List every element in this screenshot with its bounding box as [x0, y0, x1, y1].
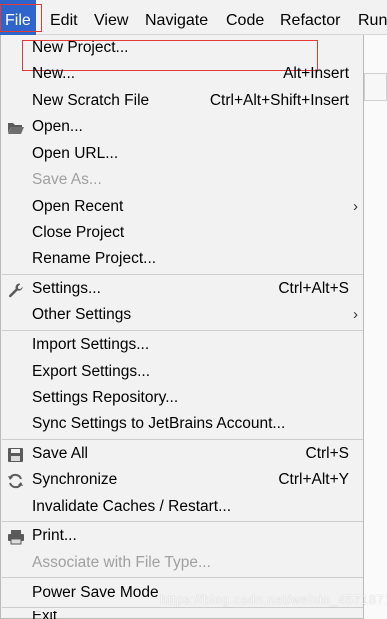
menu-item-associate-file-type: Associate with File Type... — [0, 550, 363, 576]
menu-item-label: Save As... — [32, 171, 102, 188]
menu-item-settings-repository[interactable]: Settings Repository... — [0, 385, 363, 411]
watermark-text: https://blog.csdn.net/weixin_45718715 — [160, 592, 387, 607]
menu-item-label: Exit — [32, 611, 57, 619]
chevron-right-icon: › — [353, 198, 358, 215]
menu-item-new[interactable]: New... Alt+Insert — [0, 61, 363, 87]
menu-item-label: New Project... — [32, 39, 129, 56]
menu-item-sync-settings-jetbrains[interactable]: Sync Settings to JetBrains Account... — [0, 411, 363, 437]
menu-item-open[interactable]: Open... — [0, 114, 363, 140]
shortcut-label: Ctrl+Alt+Shift+Insert — [209, 92, 349, 109]
menu-item-label: Import Settings... — [32, 336, 150, 353]
menu-item-import-settings[interactable]: Import Settings... — [0, 332, 363, 358]
menu-item-other-settings[interactable]: Other Settings › — [0, 302, 363, 328]
shortcut-label: Ctrl+Alt+Y — [278, 471, 349, 488]
menu-separator — [2, 521, 363, 522]
menu-edit[interactable]: Edit — [50, 0, 78, 35]
shortcut-label: Alt+Insert — [283, 65, 349, 82]
menu-item-label: Print... — [32, 527, 77, 544]
menu-bar: File Edit View Navigate Code Refactor Ru… — [0, 0, 387, 35]
shortcut-label: Ctrl+Alt+S — [278, 280, 349, 297]
menu-item-label: Settings Repository... — [32, 389, 179, 406]
menu-file[interactable]: File — [0, 0, 36, 35]
menu-item-new-scratch-file[interactable]: New Scratch File Ctrl+Alt+Shift+Insert — [0, 88, 363, 114]
menu-item-label: Open URL... — [32, 145, 119, 162]
menu-item-exit[interactable]: Exit — [32, 611, 57, 619]
wrench-icon — [7, 281, 25, 298]
editor-area — [364, 35, 387, 619]
menu-item-label: Synchronize — [32, 471, 118, 488]
editor-tab[interactable] — [364, 73, 387, 101]
menu-view[interactable]: View — [94, 0, 128, 35]
menu-item-label: Sync Settings to JetBrains Account... — [32, 415, 286, 432]
menu-item-settings[interactable]: Settings... Ctrl+Alt+S — [0, 276, 363, 302]
menu-item-label: Export Settings... — [32, 363, 151, 380]
menu-item-invalidate-caches[interactable]: Invalidate Caches / Restart... — [0, 494, 363, 520]
menu-item-label: New... — [32, 65, 76, 82]
menu-item-export-settings[interactable]: Export Settings... — [0, 359, 363, 385]
menu-separator — [2, 439, 363, 440]
menu-item-label: Rename Project... — [32, 250, 157, 267]
menu-item-open-url[interactable]: Open URL... — [0, 141, 363, 167]
menu-code[interactable]: Code — [226, 0, 264, 35]
sync-icon — [7, 472, 25, 489]
menu-separator — [2, 607, 363, 608]
menu-separator — [2, 330, 363, 331]
menu-item-save-as: Save As... — [0, 167, 363, 193]
menu-item-synchronize[interactable]: Synchronize Ctrl+Alt+Y — [0, 467, 363, 493]
menu-item-print[interactable]: Print... — [0, 523, 363, 549]
menu-navigate[interactable]: Navigate — [145, 0, 208, 35]
menu-item-label: Associate with File Type... — [32, 554, 211, 571]
save-icon — [7, 446, 25, 462]
menu-item-label: Settings... — [32, 280, 101, 297]
menu-separator — [2, 577, 363, 578]
menu-item-label: Open Recent — [32, 198, 124, 215]
menu-item-rename-project[interactable]: Rename Project... — [0, 246, 363, 272]
menu-item-label: Close Project — [32, 224, 125, 241]
menu-item-save-all[interactable]: Save All Ctrl+S — [0, 441, 363, 467]
menu-refactor[interactable]: Refactor — [280, 0, 340, 35]
printer-icon — [7, 528, 25, 545]
menu-item-open-recent[interactable]: Open Recent › — [0, 194, 363, 220]
menu-item-label: Invalidate Caches / Restart... — [32, 498, 232, 515]
menu-run[interactable]: Run — [358, 0, 387, 35]
menu-item-label: Open... — [32, 118, 83, 135]
menu-item-label: Power Save Mode — [32, 584, 159, 601]
chevron-right-icon: › — [353, 306, 358, 323]
menu-item-label: New Scratch File — [32, 92, 150, 109]
shortcut-label: Ctrl+S — [305, 445, 350, 462]
menu-item-label: Save All — [32, 445, 89, 462]
menu-separator — [2, 274, 363, 275]
folder-icon — [7, 119, 25, 135]
menu-item-label: Other Settings — [32, 306, 132, 323]
menu-item-close-project[interactable]: Close Project — [0, 220, 363, 246]
menu-item-new-project[interactable]: New Project... — [0, 35, 363, 61]
